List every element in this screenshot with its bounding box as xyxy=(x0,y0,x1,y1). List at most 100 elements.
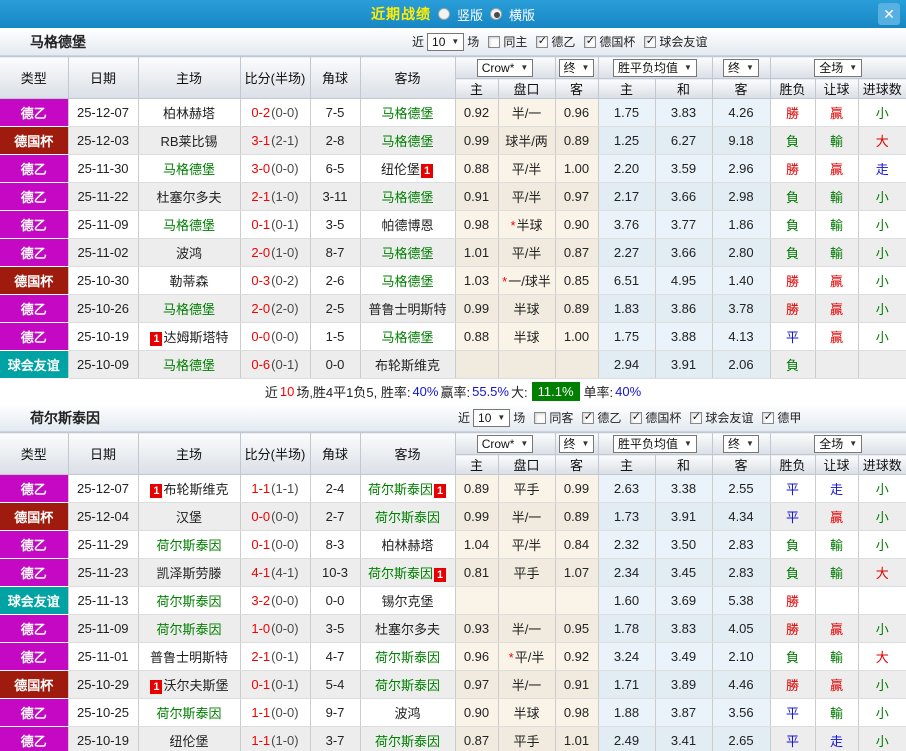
final-avg-select[interactable]: 终 ▼ xyxy=(723,434,759,453)
full-score: 0-1 xyxy=(251,677,271,692)
score-cell: 0-0(0-0) xyxy=(240,322,311,351)
league-checkbox[interactable]: ✓ xyxy=(644,35,657,48)
away-team-name: 荷尔斯泰因 xyxy=(374,510,440,525)
home-odds-cell xyxy=(455,586,499,615)
result-cell: 勝 xyxy=(770,670,816,699)
league-checkbox[interactable]: ✓ xyxy=(584,35,597,48)
match-row: 德乙 25-12-07 柏林赫塔 0-2(0-0) 7-5 马格德堡 0.92 半/一 0.96… xyxy=(0,98,906,127)
away-team-name: 马格德堡 xyxy=(381,134,434,149)
league-cell: 德乙 xyxy=(0,294,69,323)
full-match-select[interactable]: 全场 ▼ xyxy=(814,434,863,453)
away-team-cell: 马格德堡 xyxy=(360,182,456,211)
handicap-result-cell xyxy=(815,350,859,379)
avg-home-cell: 6.51 xyxy=(598,266,656,295)
avg-home-cell: 1.88 xyxy=(598,698,656,727)
avg-away-cell: 2.83 xyxy=(712,558,771,587)
home-team-cell: 荷尔斯泰因 xyxy=(138,698,241,727)
match-row: 德国杯 25-10-30 勒蒂森 0-3(0-2) 2-6 马格德堡 1.03 *一/球半 0.… xyxy=(0,266,906,295)
goals-result-cell: 走 xyxy=(858,154,906,183)
result-cell: 平 xyxy=(770,502,816,531)
bookmaker-select[interactable]: Crow* ▼ xyxy=(476,434,534,453)
same-venue-checkbox[interactable] xyxy=(534,411,547,424)
half-score: (0-1) xyxy=(271,677,299,692)
same-venue-checkbox[interactable] xyxy=(488,35,501,48)
summary-part: 11.1% xyxy=(531,382,580,401)
score-cell: 0-1(0-1) xyxy=(240,210,311,239)
handicap-text: 平/半 xyxy=(511,190,542,205)
handicap-text: 一/球半 xyxy=(508,274,551,289)
league-checkbox[interactable]: ✓ xyxy=(690,411,703,424)
col-odds-home: 主 xyxy=(455,78,499,99)
home-team-name: 汉堡 xyxy=(175,510,202,525)
avg-home-cell: 1.75 xyxy=(598,98,656,127)
rank-badge: 1 xyxy=(150,680,163,694)
match-row: 德乙 25-11-09 荷尔斯泰因 1-0(0-0) 3-5 杜塞尔多夫 0.93 半/一 0.… xyxy=(0,614,906,643)
away-team-cell: 荷尔斯泰因 xyxy=(360,726,456,751)
avg-home-cell: 2.27 xyxy=(598,238,656,267)
goals-result-cell: 小 xyxy=(858,530,906,559)
final-odds-select[interactable]: 终 ▼ xyxy=(558,58,595,77)
result-cell: 勝 xyxy=(770,586,816,615)
handicap-result-cell: 贏 xyxy=(815,614,859,643)
final-avg-select[interactable]: 终 ▼ xyxy=(723,58,759,77)
vertical-layout-radio[interactable] xyxy=(437,8,450,20)
bookmaker-select[interactable]: Crow* ▼ xyxy=(476,58,534,77)
avg-draw-cell: 3.41 xyxy=(655,726,713,751)
handicap-cell: 平手 xyxy=(498,558,556,587)
goals-result-cell: 小 xyxy=(858,670,906,699)
avg-away-cell: 1.40 xyxy=(712,266,771,295)
horizontal-layout-radio[interactable] xyxy=(490,8,502,20)
handicap-result-cell: 走 xyxy=(815,726,859,751)
score-cell: 4-1(4-1) xyxy=(240,558,311,587)
handicap-text: 半/一 xyxy=(511,510,542,525)
home-odds-cell: 0.99 xyxy=(455,502,499,531)
away-team-cell: 荷尔斯泰因 xyxy=(360,502,456,531)
full-score: 1-1 xyxy=(251,705,271,720)
avg-away-cell: 2.65 xyxy=(712,726,771,751)
wdl-average-select[interactable]: 胜平负均值 ▼ xyxy=(613,58,697,77)
away-team-cell: 杜塞尔多夫 xyxy=(360,614,456,643)
home-odds-cell: 0.89 xyxy=(455,474,499,503)
col-away: 客场 xyxy=(359,432,456,475)
match-count-select[interactable]: 10 ▼ xyxy=(473,408,511,427)
col-result: 胜负 xyxy=(769,78,816,99)
handicap-text: 球半/两 xyxy=(505,134,548,149)
home-team-name: 布轮斯维克 xyxy=(163,482,229,497)
handicap-cell: 平/半 xyxy=(498,238,556,267)
league-checkbox[interactable]: ✓ xyxy=(630,411,643,424)
avg-home-cell: 3.76 xyxy=(598,210,656,239)
corners-cell: 10-3 xyxy=(310,558,361,587)
league-checkbox[interactable]: ✓ xyxy=(762,411,775,424)
result-cell: 負 xyxy=(770,642,816,671)
final-odds-select[interactable]: 终 ▼ xyxy=(558,434,595,453)
summary-part: 40% xyxy=(412,384,439,399)
section-magdeburg: 马格德堡 近 10 ▼ 场同主 ✓ 德乙 ✓ 德国杯 ✓ 球会友谊 类型 日期 主场 比分(半场)… xyxy=(0,28,906,404)
away-odds-cell: 0.98 xyxy=(555,698,599,727)
close-icon[interactable]: ✕ xyxy=(878,3,900,25)
result-cell: 勝 xyxy=(770,154,816,183)
half-score: (0-0) xyxy=(271,593,299,608)
league-cell: 德乙 xyxy=(0,98,69,127)
away-team-name: 荷尔斯泰因 xyxy=(374,734,440,749)
league-checkbox[interactable]: ✓ xyxy=(536,35,549,48)
avg-away-cell: 1.86 xyxy=(712,210,771,239)
handicap-cell: *平/半 xyxy=(498,642,556,671)
summary-part: 单率: xyxy=(583,385,614,400)
home-odds-cell: 0.90 xyxy=(455,698,499,727)
full-match-select[interactable]: 全场 ▼ xyxy=(814,58,863,77)
dropdown-arrow-icon: ▼ xyxy=(684,63,692,72)
corners-cell: 4-7 xyxy=(310,642,361,671)
away-team-name: 荷尔斯泰因 xyxy=(367,566,433,581)
home-team-cell: 荷尔斯泰因 xyxy=(138,530,241,559)
match-count-select[interactable]: 10 ▼ xyxy=(427,32,465,51)
league-checkbox[interactable]: ✓ xyxy=(582,411,595,424)
result-cell: 平 xyxy=(770,474,816,503)
avg-home-cell: 1.73 xyxy=(598,502,656,531)
wdl-average-select[interactable]: 胜平负均值 ▼ xyxy=(613,434,697,453)
home-odds-cell: 0.91 xyxy=(455,182,499,211)
goals-result-cell: 小 xyxy=(858,474,906,503)
match-row: 德乙 25-11-01 普鲁士明斯特 2-1(0-1) 4-7 荷尔斯泰因 0.96 *平/半… xyxy=(0,642,906,671)
handicap-text: 平手 xyxy=(513,566,540,581)
score-cell: 2-1(0-1) xyxy=(240,642,311,671)
col-odds-away: 客 xyxy=(554,78,599,99)
